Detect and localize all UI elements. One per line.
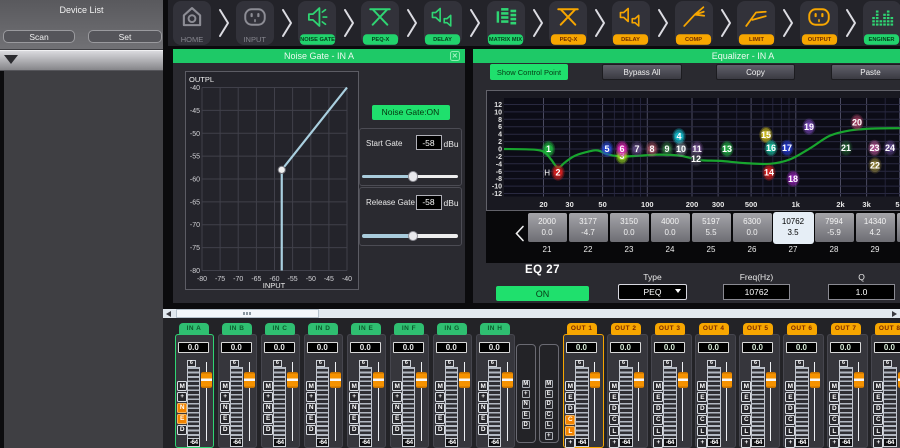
svg-text:-50: -50 [190, 131, 200, 138]
svg-text:-75: -75 [215, 276, 225, 283]
svg-text:0: 0 [498, 147, 502, 154]
svg-text:OUTPL: OUTPL [189, 75, 214, 84]
svg-text:12: 12 [494, 102, 502, 109]
svg-text:-70: -70 [233, 276, 243, 283]
svg-text:8: 8 [498, 117, 502, 124]
svg-text:-10: -10 [492, 184, 502, 191]
svg-text:-12: -12 [492, 191, 502, 198]
svg-text:5k: 5k [895, 200, 900, 209]
svg-text:18: 18 [788, 174, 798, 184]
svg-text:10: 10 [676, 144, 686, 154]
svg-text:-55: -55 [190, 154, 200, 161]
svg-text:8: 8 [649, 144, 654, 154]
svg-text:12: 12 [691, 154, 701, 164]
svg-text:-40: -40 [190, 85, 200, 92]
svg-text:7: 7 [634, 144, 639, 154]
svg-text:-2: -2 [496, 154, 502, 161]
svg-text:14: 14 [764, 168, 774, 178]
svg-text:23: 23 [869, 143, 879, 153]
svg-text:-8: -8 [496, 176, 502, 183]
svg-text:-50: -50 [306, 276, 316, 283]
svg-text:4: 4 [676, 132, 681, 142]
svg-text:-6: -6 [496, 169, 502, 176]
svg-text:INPUT: INPUT [263, 281, 286, 289]
svg-text:4: 4 [498, 132, 502, 139]
svg-text:-4: -4 [496, 161, 502, 168]
svg-text:-45: -45 [190, 108, 200, 115]
svg-text:6: 6 [619, 144, 624, 154]
svg-text:9: 9 [664, 144, 669, 154]
svg-text:200: 200 [686, 200, 699, 209]
svg-text:10: 10 [494, 109, 502, 116]
svg-text:3k: 3k [862, 200, 871, 209]
svg-text:-45: -45 [324, 276, 334, 283]
svg-text:-65: -65 [251, 276, 261, 283]
svg-text:-70: -70 [190, 222, 200, 229]
svg-text:13: 13 [722, 144, 732, 154]
svg-text:H: H [544, 168, 550, 177]
svg-text:15: 15 [761, 130, 771, 140]
svg-text:50: 50 [598, 200, 606, 209]
svg-text:2: 2 [555, 168, 560, 178]
svg-text:21: 21 [841, 143, 851, 153]
svg-text:1k: 1k [792, 200, 801, 209]
svg-text:24: 24 [885, 143, 895, 153]
svg-text:-40: -40 [342, 276, 352, 283]
svg-text:-80: -80 [190, 268, 200, 275]
svg-text:300: 300 [712, 200, 725, 209]
svg-text:1: 1 [546, 144, 551, 154]
svg-text:-60: -60 [190, 177, 200, 184]
svg-text:30: 30 [565, 200, 573, 209]
svg-text:20: 20 [539, 200, 547, 209]
svg-text:19: 19 [804, 122, 814, 132]
svg-text:-80: -80 [197, 276, 207, 283]
svg-text:22: 22 [870, 161, 880, 171]
svg-text:-75: -75 [190, 245, 200, 252]
svg-text:6: 6 [498, 124, 502, 131]
svg-text:-65: -65 [190, 199, 200, 206]
svg-text:2: 2 [498, 139, 502, 146]
svg-text:5: 5 [604, 144, 609, 154]
svg-text:2k: 2k [836, 200, 845, 209]
svg-text:500: 500 [745, 200, 758, 209]
svg-text:17: 17 [782, 143, 792, 153]
svg-text:100: 100 [641, 200, 654, 209]
svg-text:20: 20 [852, 118, 862, 128]
svg-text:16: 16 [766, 143, 776, 153]
svg-text:-55: -55 [288, 276, 298, 283]
